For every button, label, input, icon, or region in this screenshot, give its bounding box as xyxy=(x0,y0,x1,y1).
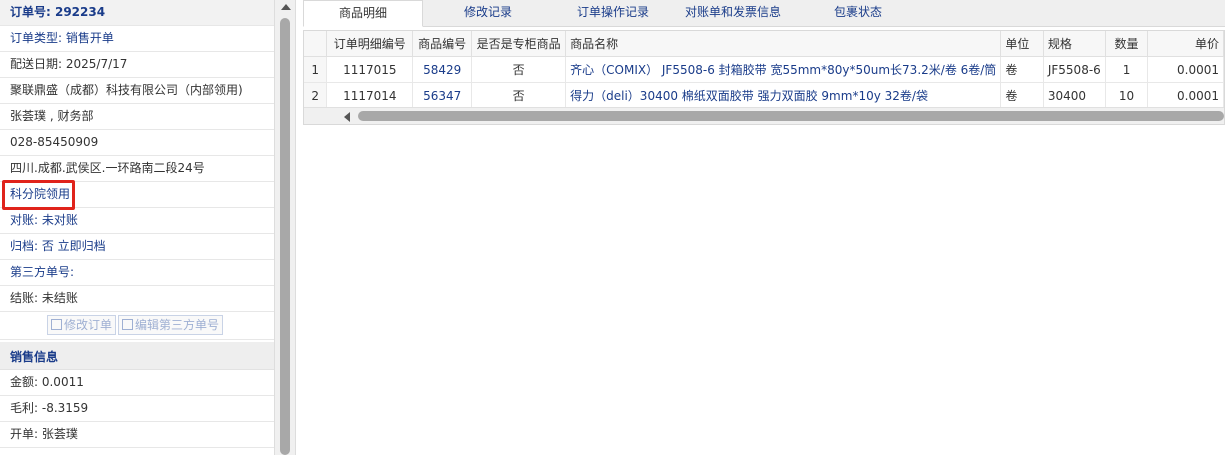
unit: 卷 xyxy=(1000,82,1044,109)
tab-change-log[interactable]: 修改记录 xyxy=(433,0,543,26)
third-party-number: 第三方单号: xyxy=(0,260,274,286)
edit-icon xyxy=(51,319,62,330)
column-header[interactable]: 订单明细编号 xyxy=(326,31,414,57)
highlight-box xyxy=(2,180,75,210)
company-name: 聚联鼎盛（成都）科技有限公司（内部领用) xyxy=(0,78,274,104)
order-number: 订单号: 292234 xyxy=(0,0,274,26)
spec: JF5508-6 xyxy=(1043,56,1106,83)
product-id-link[interactable]: 58429 xyxy=(412,56,473,83)
phone-number: 028-85450909 xyxy=(0,130,274,156)
archive-status[interactable]: 归档: 否 立即归档 xyxy=(0,234,274,260)
counter-flag: 否 xyxy=(471,56,567,83)
spec: 30400 xyxy=(1043,82,1106,109)
column-header[interactable]: 是否是专柜商品 xyxy=(471,31,567,57)
edit-order-button[interactable]: 修改订单 xyxy=(47,315,117,335)
tab-product-details[interactable]: 商品明细 xyxy=(303,0,423,27)
row-number: 2 xyxy=(304,82,328,109)
edit-order-label: 修改订单 xyxy=(64,318,113,332)
tab-order-operations[interactable]: 订单操作记录 xyxy=(558,0,668,26)
detail-area: 商品明细 修改记录 订单操作记录 对账单和发票信息 包裹状态 订单明细编号 商品… xyxy=(303,0,1225,455)
scroll-up-icon[interactable] xyxy=(281,4,291,10)
scroll-thumb[interactable] xyxy=(280,18,290,455)
order-type: 订单类型: 销售开单 xyxy=(0,26,274,52)
quantity: 10 xyxy=(1105,82,1149,109)
product-name-link[interactable]: 齐心（COMIX） JF5508-6 封箱胶带 宽55mm*80y*50um长7… xyxy=(565,56,1002,83)
row-number-header xyxy=(304,31,328,57)
gross-profit: 毛利: -8.3159 xyxy=(0,396,274,422)
tab-bar: 商品明细 修改记录 订单操作记录 对账单和发票信息 包裹状态 xyxy=(303,0,1225,27)
sales-info-header: 销售信息 xyxy=(0,342,274,370)
unit-price: 0.0001 xyxy=(1147,82,1224,109)
edit-third-party-button[interactable]: 编辑第三方单号 xyxy=(118,315,224,335)
tab-statement-invoice[interactable]: 对账单和发票信息 xyxy=(668,0,798,26)
unit: 卷 xyxy=(1000,56,1044,83)
tab-package-status[interactable]: 包裹状态 xyxy=(808,0,908,26)
edit-icon xyxy=(122,319,134,330)
action-buttons: 修改订单 编辑第三方单号 xyxy=(0,312,274,340)
product-table: 订单明细编号 商品编号 是否是专柜商品 商品名称 单位 规格 数量 单价 1 1… xyxy=(303,30,1225,125)
contact-person: 张荟璞 , 财务部 xyxy=(0,104,274,130)
reconcile-status[interactable]: 对账: 未对账 xyxy=(0,208,274,234)
column-header[interactable]: 规格 xyxy=(1043,31,1106,57)
sales-amount: 金额: 0.0011 xyxy=(0,370,274,396)
table-header-row: 订单明细编号 商品编号 是否是专柜商品 商品名称 单位 规格 数量 单价 xyxy=(304,31,1224,57)
counter-flag: 否 xyxy=(471,82,567,109)
table-row[interactable]: 2 1117014 56347 否 得力（deli）30400 棉纸双面胶带 强… xyxy=(304,82,1224,109)
column-header[interactable]: 单价 xyxy=(1147,31,1224,57)
delivery-date: 配送日期: 2025/7/17 xyxy=(0,52,274,78)
column-header[interactable]: 单位 xyxy=(1000,31,1044,57)
column-header[interactable]: 数量 xyxy=(1105,31,1149,57)
address: 四川.成都.武侯区.一环路南二段24号 xyxy=(0,156,274,182)
order-info-panel: 订单号: 292234 订单类型: 销售开单 配送日期: 2025/7/17 聚… xyxy=(0,0,275,455)
scroll-left-icon[interactable] xyxy=(344,112,350,122)
edit-third-party-label: 编辑第三方单号 xyxy=(135,318,220,332)
unit-price: 0.0001 xyxy=(1147,56,1224,83)
product-id-link[interactable]: 56347 xyxy=(412,82,473,109)
table-horizontal-scrollbar[interactable] xyxy=(304,107,1224,124)
detail-id: 1117014 xyxy=(326,82,414,109)
detail-id: 1117015 xyxy=(326,56,414,83)
scroll-thumb[interactable] xyxy=(358,111,1224,121)
issuer: 开单: 张荟璞 xyxy=(0,422,274,448)
left-scrollbar[interactable] xyxy=(274,0,296,455)
product-name-link[interactable]: 得力（deli）30400 棉纸双面胶带 强力双面胶 9mm*10y 32卷/袋 xyxy=(565,82,1002,109)
column-header[interactable]: 商品名称 xyxy=(565,31,1002,57)
column-header[interactable]: 商品编号 xyxy=(412,31,473,57)
row-number: 1 xyxy=(304,56,328,83)
settlement-status: 结账: 未结账 xyxy=(0,286,274,312)
quantity: 1 xyxy=(1105,56,1149,83)
table-row[interactable]: 1 1117015 58429 否 齐心（COMIX） JF5508-6 封箱胶… xyxy=(304,56,1224,83)
